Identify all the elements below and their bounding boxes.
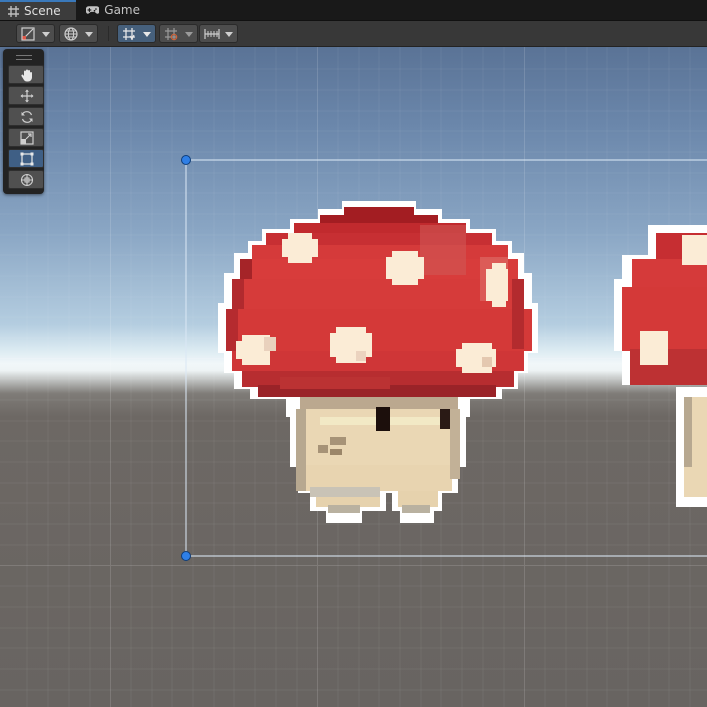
hash-grid-icon (8, 5, 19, 17)
rect-tool[interactable] (8, 149, 44, 168)
chevron-down-icon (85, 32, 93, 37)
transform-icon (20, 173, 34, 187)
shading-mode-icon (21, 27, 35, 41)
move-tool[interactable] (8, 86, 44, 105)
incremental-snap-dropdown[interactable] (159, 24, 198, 43)
grid-snap-toggle[interactable] (117, 24, 156, 43)
rotate-icon (21, 111, 33, 123)
toolbar-divider (108, 26, 109, 41)
rect-transform-icon (20, 152, 34, 166)
transform-tool[interactable] (8, 170, 44, 189)
scene-viewport[interactable] (0, 47, 707, 707)
tab-bar: Scene Game (0, 0, 707, 21)
grid-snap-icon (123, 28, 135, 41)
view-options-dropdown[interactable] (199, 24, 238, 43)
chevron-down-icon (143, 32, 151, 37)
chevron-down-icon (185, 32, 193, 37)
scene-toolbar (0, 21, 707, 47)
rect-selection-gizmo (181, 155, 707, 561)
hand-icon (21, 69, 32, 82)
globe-icon (64, 27, 78, 41)
increment-snap-icon (165, 28, 178, 41)
rotate-tool[interactable] (8, 107, 44, 126)
scene-view-mode-dropdown[interactable] (59, 24, 98, 43)
scale-tool[interactable] (8, 128, 44, 147)
view-tool[interactable] (8, 65, 44, 84)
shading-mode-dropdown[interactable] (16, 24, 55, 43)
rect-handle-top-left[interactable] (181, 155, 191, 165)
tab-game[interactable]: Game (78, 0, 148, 20)
tab-scene-label: Scene (24, 4, 61, 18)
move-arrows-icon (20, 89, 34, 103)
tools-overlay (3, 49, 44, 194)
ruler-icon (204, 29, 220, 39)
rect-handle-bottom-left[interactable] (181, 551, 191, 561)
tab-scene[interactable]: Scene (0, 0, 76, 20)
tab-game-label: Game (104, 3, 140, 17)
chevron-down-icon (225, 32, 233, 37)
chevron-down-icon (42, 32, 50, 37)
overlay-drag-handle[interactable] (16, 55, 32, 60)
gamepad-icon (86, 6, 100, 14)
scale-icon (20, 131, 34, 145)
